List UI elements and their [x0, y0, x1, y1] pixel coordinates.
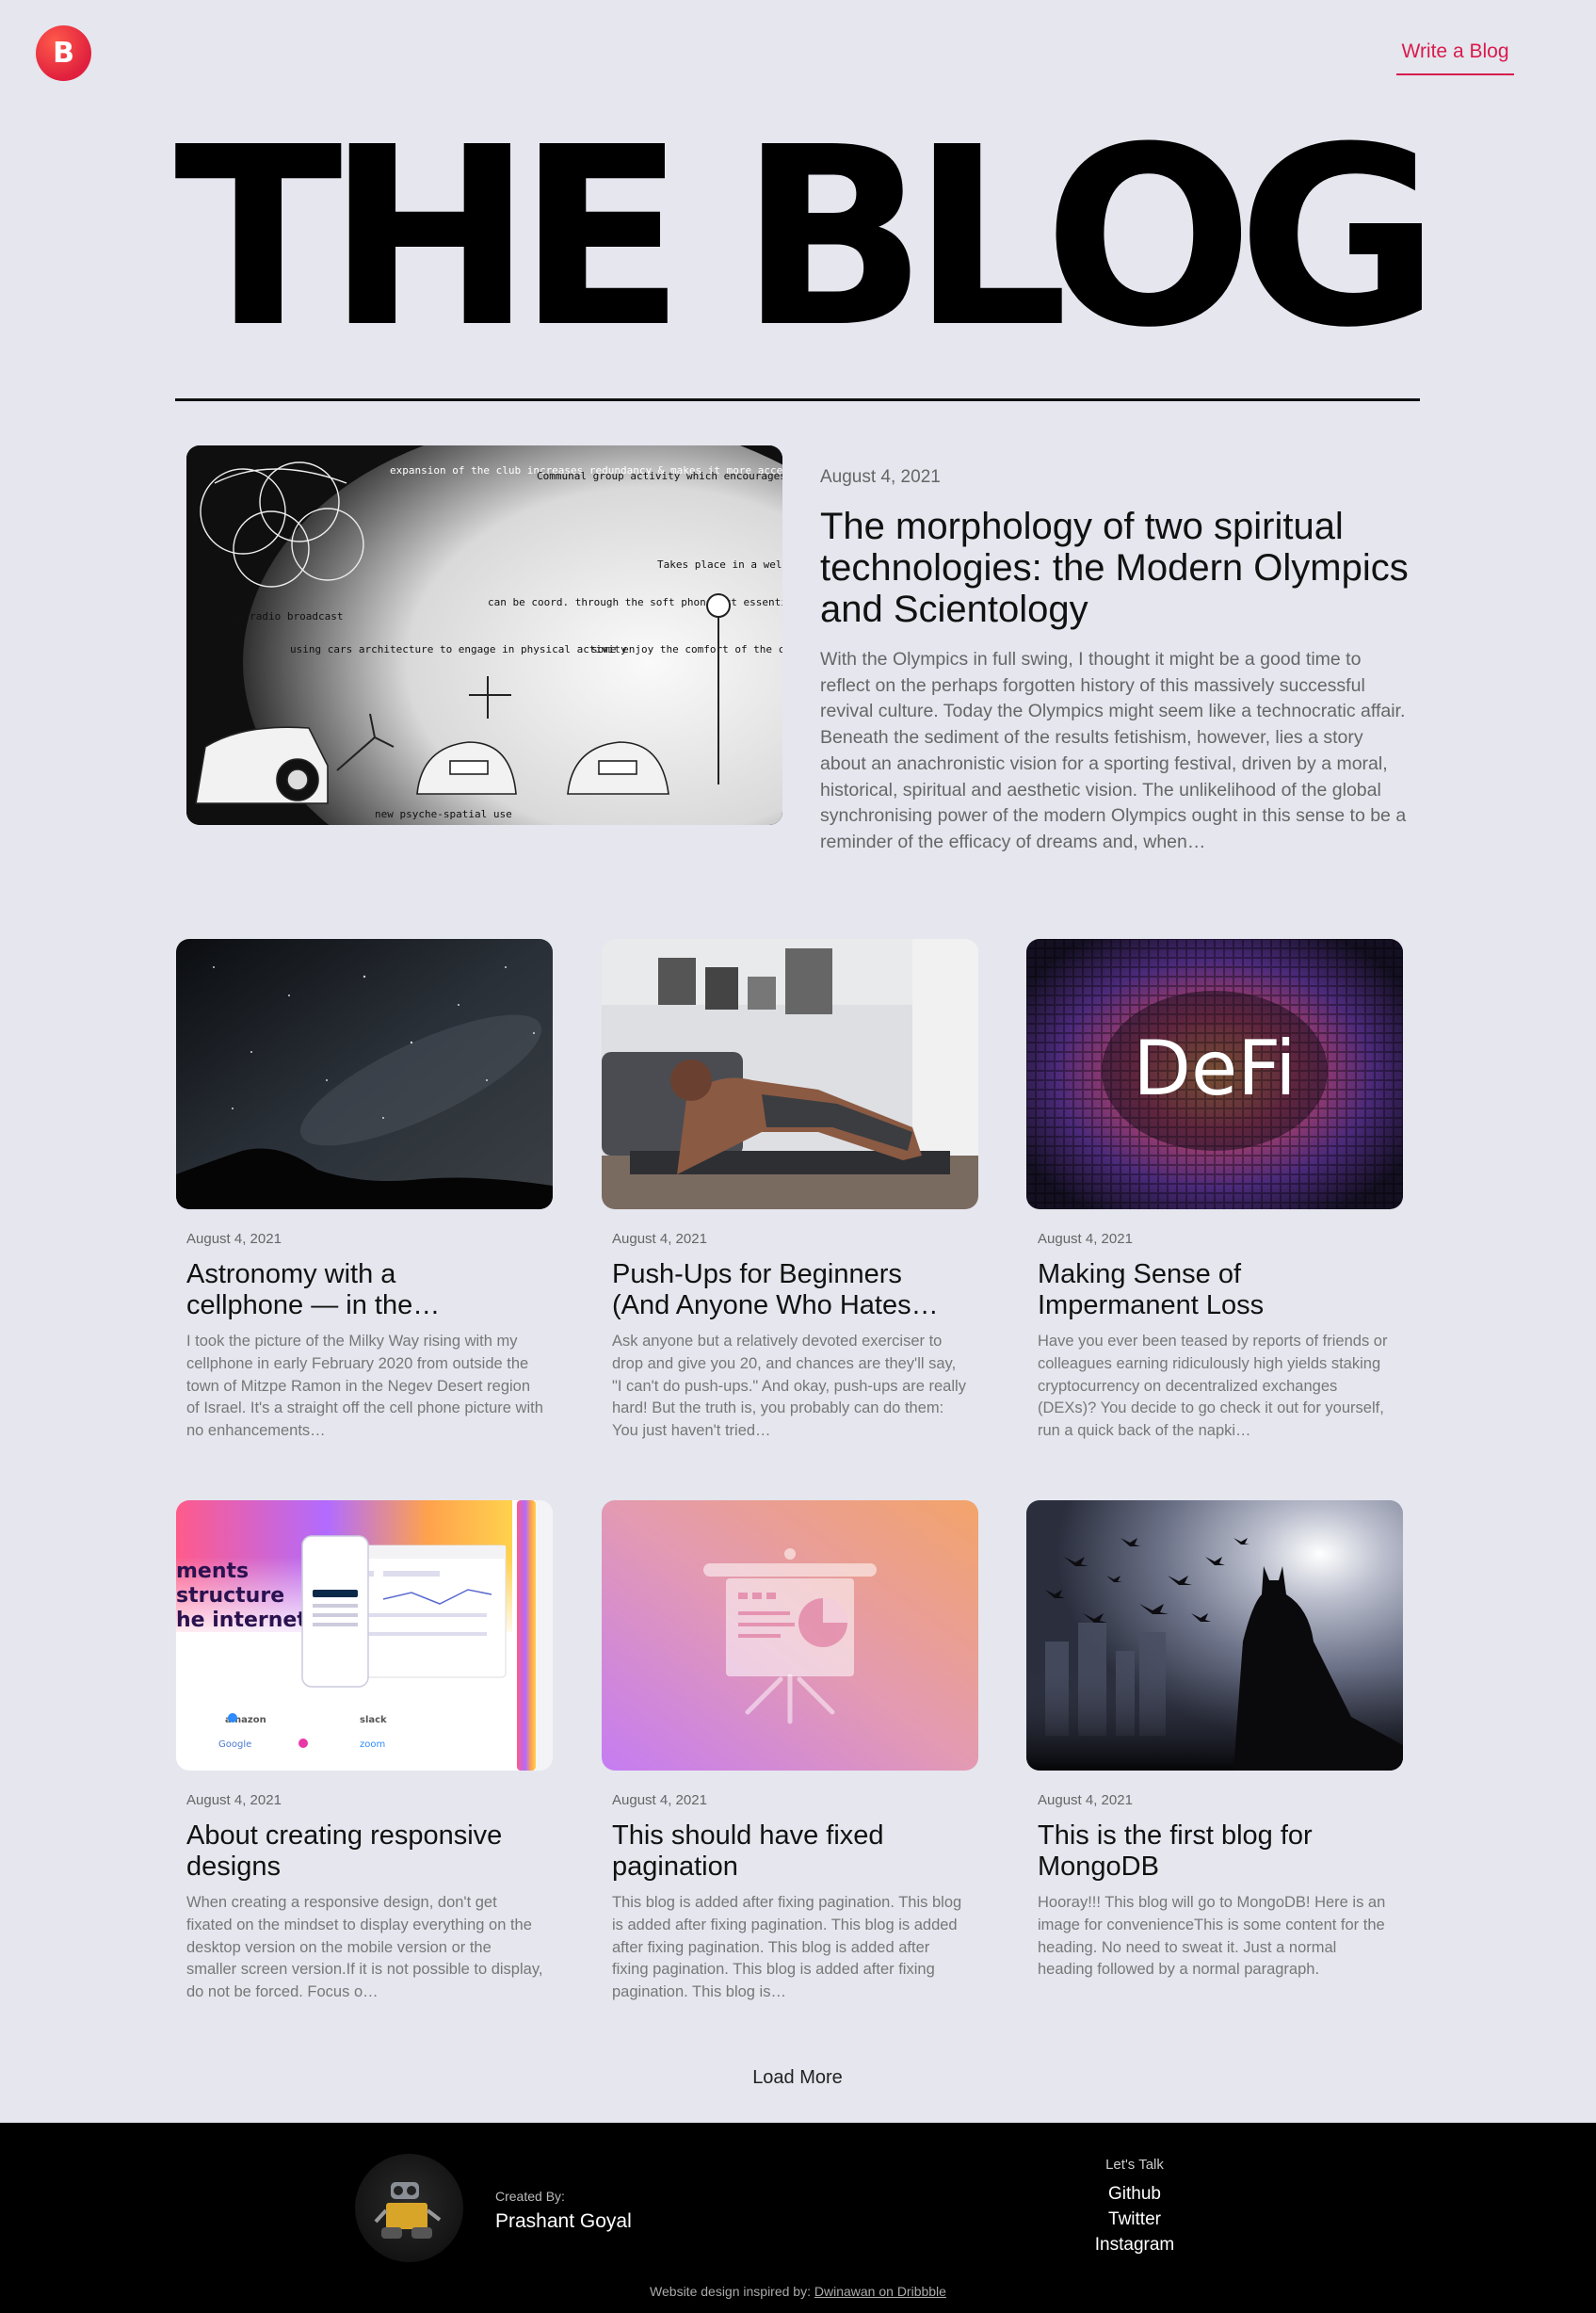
- featured-post-image[interactable]: expansion of the club increases redundan…: [186, 445, 782, 825]
- presentation-board-graphic: [602, 1500, 978, 1771]
- post-image-presentation[interactable]: [602, 1500, 978, 1771]
- post-image-batman[interactable]: [1026, 1500, 1403, 1771]
- sketch-note: Takes place in a well lit area.: [657, 558, 782, 571]
- logo-text: Google: [218, 1739, 251, 1750]
- post-title[interactable]: Astronomy with a cellphone — in the…: [186, 1259, 544, 1321]
- post-date: August 4, 2021: [1038, 1231, 1133, 1247]
- instagram-link[interactable]: Instagram: [1055, 2235, 1215, 2256]
- olympics-sketch-illustration: expansion of the club increases redundan…: [186, 445, 782, 825]
- sketch-note: can be coord. through the soft phone but…: [488, 596, 782, 608]
- author-name: Prashant Goyal: [495, 2210, 632, 2232]
- twitter-link[interactable]: Twitter: [1055, 2209, 1215, 2230]
- hero-title: THE BLOG: [174, 94, 1440, 381]
- mockup-headline: structure: [176, 1584, 284, 1608]
- featured-post-excerpt: With the Olympics in full swing, I thoug…: [820, 649, 1407, 852]
- post-title[interactable]: This is the first blog for MongoDB: [1038, 1820, 1395, 1883]
- sketch-note: Communal group activity which encourages…: [537, 470, 782, 482]
- lets-talk-heading: Let's Talk: [1105, 2157, 1164, 2173]
- credits-prefix: Website design inspired by:: [650, 2284, 811, 2299]
- logo-text: slack: [360, 1715, 387, 1725]
- sketch-note: live radio broadcast: [218, 610, 343, 623]
- mockup-headline: ments: [176, 1560, 249, 1583]
- post-excerpt: When creating a responsive design, don't…: [186, 1894, 543, 2001]
- post-excerpt: Ask anyone but a relatively devoted exer…: [612, 1333, 966, 1440]
- pushup-photo: [602, 939, 978, 1209]
- post-excerpt: Hooray!!! This blog will go to MongoDB! …: [1038, 1894, 1386, 1979]
- design-credits: Website design inspired by: Dwinawan on …: [0, 2284, 1596, 2299]
- sketch-note: new psyche-spatial use: [375, 808, 512, 820]
- post-excerpt: I took the picture of the Milky Way risi…: [186, 1333, 543, 1440]
- featured-post-date: August 4, 2021: [820, 467, 941, 487]
- defi-text: DeFi: [1133, 1025, 1296, 1112]
- created-by-label: Created By:: [495, 2189, 565, 2204]
- post-image-responsive[interactable]: ments structure he internet amazon slack…: [176, 1500, 553, 1771]
- post-title[interactable]: Making Sense of Impermanent Loss: [1038, 1259, 1395, 1321]
- brand-logo[interactable]: B: [36, 25, 91, 81]
- post-title[interactable]: This should have fixed pagination: [612, 1820, 970, 1883]
- logo-text: zoom: [360, 1739, 385, 1750]
- post-date: August 4, 2021: [612, 1231, 707, 1247]
- night-sky-photo: [176, 939, 553, 1209]
- post-title[interactable]: About creating responsive designs: [186, 1820, 544, 1883]
- sketch-note: using cars architecture to engage in phy…: [290, 643, 627, 655]
- sketch-note: some enjoy the comfort of the car's tech…: [591, 643, 782, 655]
- github-link[interactable]: Github: [1055, 2184, 1215, 2205]
- post-image-defi[interactable]: DeFi: [1026, 939, 1403, 1209]
- post-date: August 4, 2021: [612, 1792, 707, 1808]
- post-excerpt: Have you ever been teased by reports of …: [1038, 1333, 1388, 1440]
- post-excerpt: This blog is added after fixing paginati…: [612, 1894, 962, 2001]
- load-more-button[interactable]: Load More: [703, 2067, 892, 2089]
- post-title[interactable]: Push-Ups for Beginners (And Anyone Who H…: [612, 1259, 970, 1321]
- post-date: August 4, 2021: [186, 1231, 282, 1247]
- post-date: August 4, 2021: [1038, 1792, 1133, 1808]
- post-image-pushups[interactable]: [602, 939, 978, 1209]
- dribbble-credit-link[interactable]: Dwinawan on Dribbble: [814, 2284, 946, 2299]
- website-mockup: ments structure he internet amazon slack…: [176, 1500, 553, 1771]
- post-image-milky-way[interactable]: [176, 939, 553, 1209]
- author-avatar: [355, 2154, 463, 2262]
- hero-divider: [175, 398, 1420, 401]
- batman-photo: [1026, 1500, 1403, 1771]
- write-blog-link[interactable]: Write a Blog: [1396, 38, 1514, 75]
- post-date: August 4, 2021: [186, 1792, 282, 1808]
- defi-graphic: DeFi: [1026, 939, 1403, 1209]
- mockup-headline: he internet: [176, 1609, 307, 1632]
- logo-letter: B: [53, 37, 74, 70]
- featured-post-title[interactable]: The morphology of two spiritual technolo…: [820, 506, 1423, 630]
- robot-avatar-icon: [374, 2182, 442, 2239]
